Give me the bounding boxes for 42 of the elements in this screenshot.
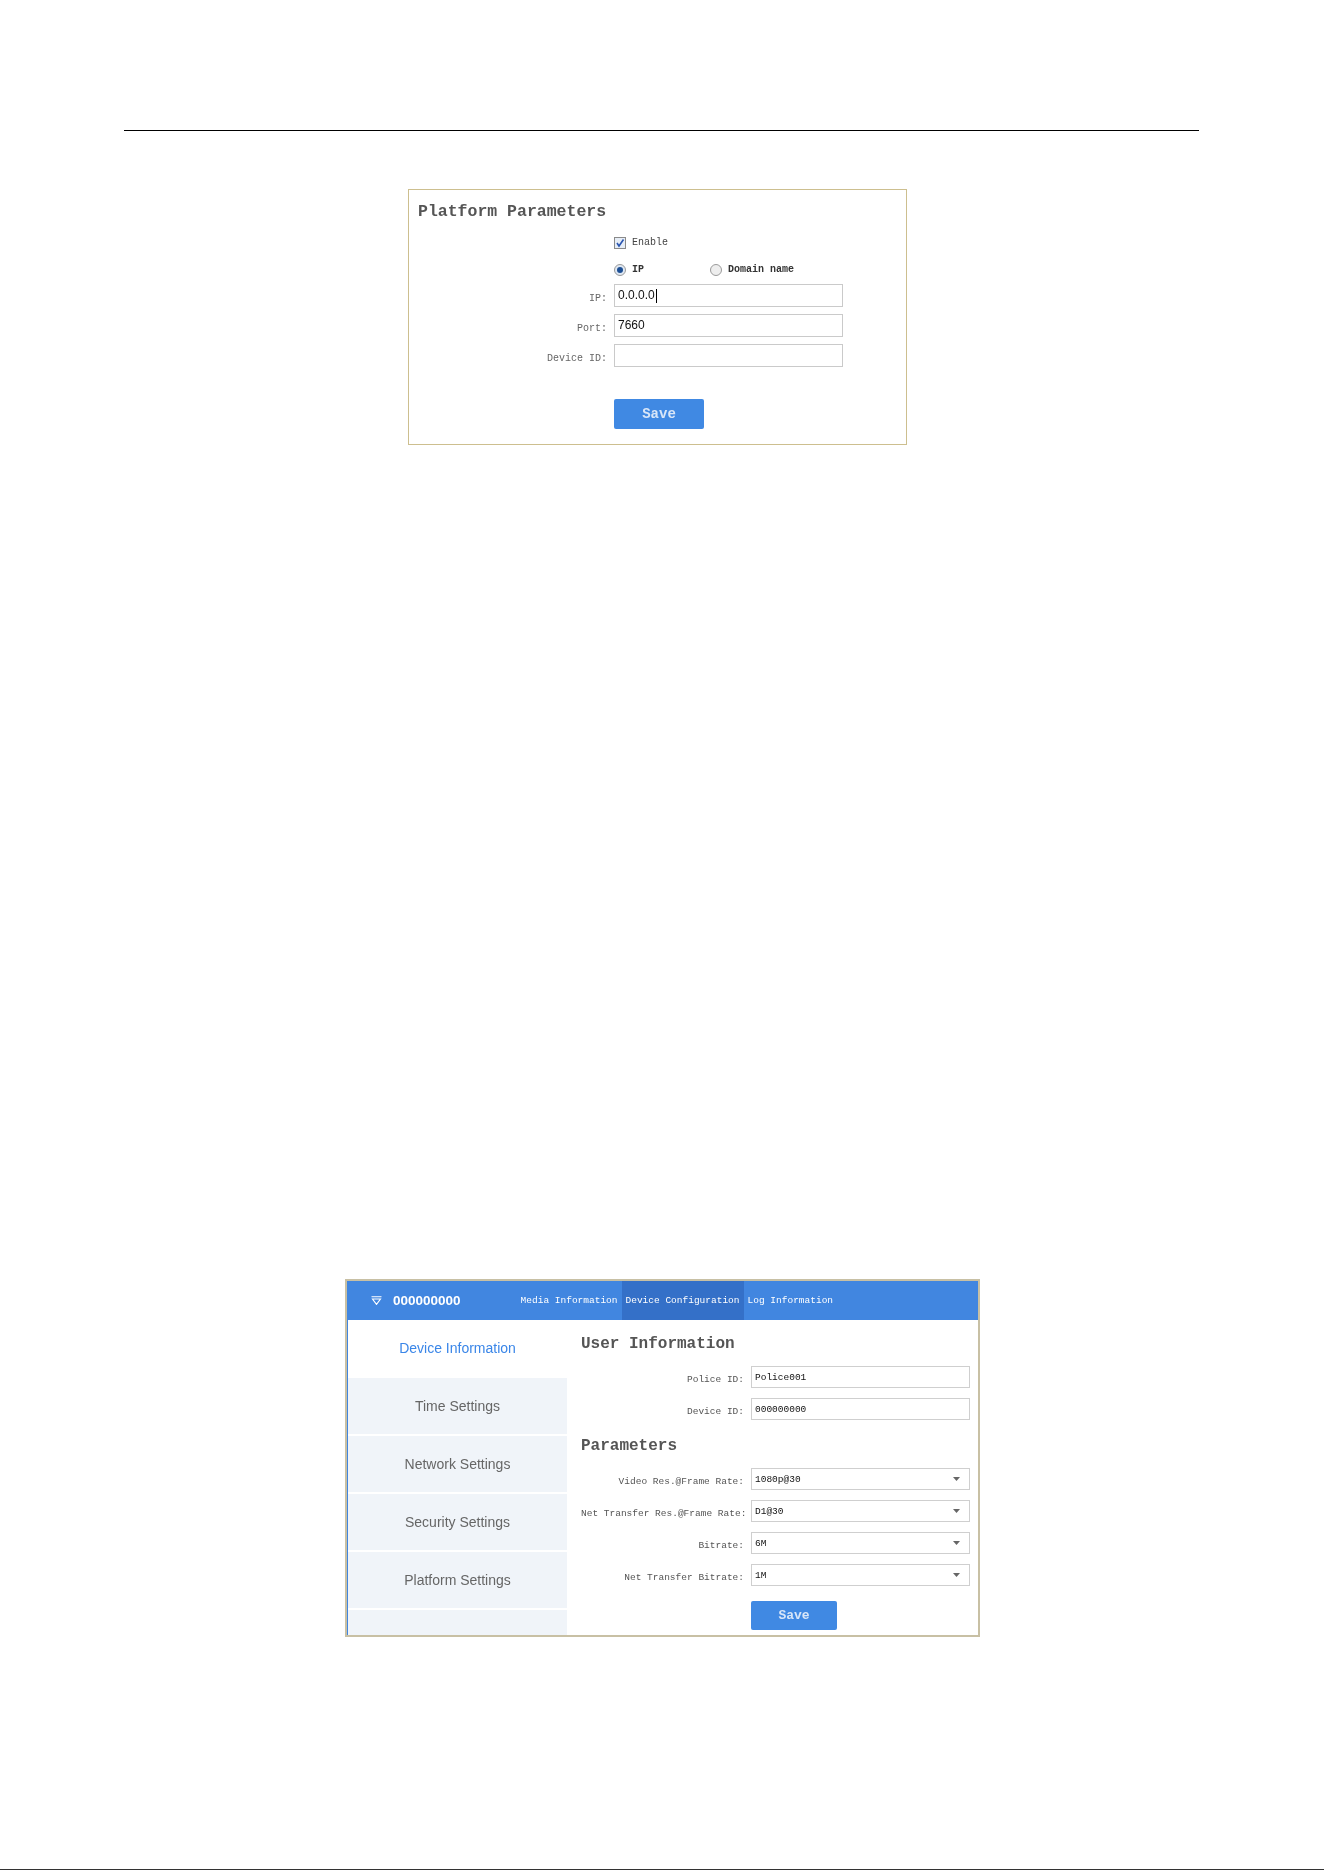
checkbox-label: Enable xyxy=(632,237,668,249)
sidebar-item[interactable]: Network Settings xyxy=(348,1436,567,1492)
text-input[interactable]: 000000000 xyxy=(751,1398,970,1420)
section-title: Parameters xyxy=(581,1437,677,1455)
filter-icon[interactable] xyxy=(371,1296,382,1305)
nav-tab[interactable]: Log Information xyxy=(743,1281,838,1320)
field-label: Port: xyxy=(577,322,607,334)
caret-icon xyxy=(953,1573,960,1577)
sidebar-item[interactable]: Platform Settings xyxy=(348,1552,567,1608)
save-button[interactable]: Save xyxy=(614,399,704,429)
radio-label: Domain name xyxy=(728,264,794,276)
field-label: Bitrate: xyxy=(698,1540,744,1551)
text-input[interactable]: Police001 xyxy=(751,1366,970,1388)
field-label: Net Transfer Bitrate: xyxy=(624,1572,744,1583)
save-button[interactable]: Save xyxy=(751,1601,837,1630)
radio-button[interactable] xyxy=(710,264,722,276)
select-field[interactable]: 1M xyxy=(751,1564,970,1586)
text-input[interactable]: 7660 xyxy=(614,314,843,337)
radio-button[interactable] xyxy=(614,264,626,276)
text-input[interactable]: 0.0.0.0 xyxy=(614,284,843,307)
field-label: Video Res.@Frame Rate: xyxy=(618,1476,744,1487)
device-name: 000000000 xyxy=(393,1293,461,1308)
nav-tab[interactable]: Media Information xyxy=(516,1281,622,1320)
select-field[interactable]: D1@30 xyxy=(751,1500,970,1522)
select-field[interactable]: 6M xyxy=(751,1532,970,1554)
caret-icon xyxy=(953,1509,960,1513)
nav-tab[interactable]: Device Configuration xyxy=(621,1281,744,1320)
section-title: User Information xyxy=(581,1335,735,1353)
checkbox[interactable] xyxy=(614,237,626,249)
field-label: Device ID: xyxy=(687,1406,744,1417)
panel-title: Platform Parameters xyxy=(418,202,607,222)
caret-icon xyxy=(953,1541,960,1545)
field-label: Net Transfer Res.@Frame Rate: xyxy=(581,1508,747,1519)
sidebar-item[interactable]: Security Settings xyxy=(348,1494,567,1550)
field-label: Police ID: xyxy=(687,1374,744,1385)
select-field[interactable]: 1080p@30 xyxy=(751,1468,970,1490)
sidebar-item[interactable]: Time Settings xyxy=(348,1378,567,1434)
text-input[interactable] xyxy=(614,344,843,367)
field-label: Device ID: xyxy=(547,352,607,364)
caret-icon xyxy=(953,1477,960,1481)
radio-label: IP xyxy=(632,264,644,276)
field-label: IP: xyxy=(589,292,607,304)
